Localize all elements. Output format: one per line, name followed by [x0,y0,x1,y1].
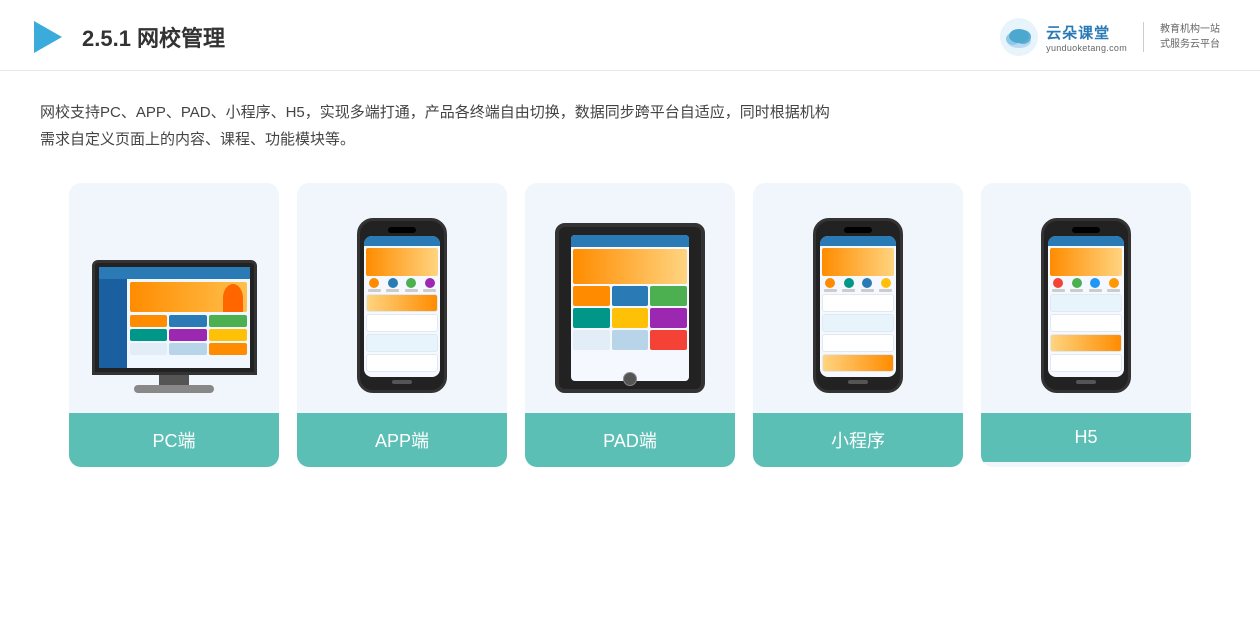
mini-notch [844,227,872,233]
phone-mockup-h5 [1041,218,1131,393]
logo-tagline: 教育机构一站 式服务云平台 [1160,22,1220,52]
h5-mockup-wrapper [997,203,1175,393]
mini-mockup-wrapper [769,203,947,393]
card-pad: PAD端 [525,183,735,467]
app-mockup-wrapper [313,203,491,393]
phone-notch [388,227,416,233]
description: 网校支持PC、APP、PAD、小程序、H5，实现多端打通，产品各终端自由切换，数… [0,71,1260,163]
page-title: 2.5.1 网校管理 [82,21,225,53]
card-app: APP端 [297,183,507,467]
play-icon [30,19,66,55]
pc-screen-content [99,267,250,368]
phone-mockup-app [357,218,447,393]
logo-divider [1143,22,1144,52]
card-mini-label: 小程序 [753,413,963,467]
mini-home-btn [848,380,868,384]
brand-logo: 云朵课堂 yunduoketang.com 教育机构一站 式服务云平台 [1000,18,1220,56]
pad-mockup [555,223,705,393]
h5-home-btn [1076,380,1096,384]
header: 2.5.1 网校管理 云朵课堂 yunduoketang.com 教育机构一站 [0,0,1260,71]
card-pc-label: PC端 [69,413,279,467]
pc-screen-outer [92,260,257,375]
logo-text: 云朵课堂 yunduoketang.com [1046,22,1127,53]
phone-home-btn [392,380,412,384]
card-mini: 小程序 [753,183,963,467]
phone-mockup-mini [813,218,903,393]
h5-notch [1072,227,1100,233]
card-pad-label: PAD端 [525,413,735,467]
logo-icon [1000,18,1038,56]
mini-screen [820,236,896,377]
phone-screen [364,236,440,377]
pc-mockup [92,260,257,393]
card-h5-label: H5 [981,413,1191,462]
page-container: 2.5.1 网校管理 云朵课堂 yunduoketang.com 教育机构一站 [0,0,1260,630]
card-pc: PC端 [69,183,279,467]
pc-stand [134,385,214,393]
header-left: 2.5.1 网校管理 [30,19,225,55]
cards-section: PC端 [0,163,1260,487]
pad-mockup-wrapper [541,203,719,393]
pad-screen [571,235,689,381]
card-app-label: APP端 [297,413,507,467]
pc-neck [159,375,189,385]
pc-mockup-wrapper [85,203,263,393]
h5-screen [1048,236,1124,377]
card-h5: H5 [981,183,1191,467]
pad-home-btn [623,372,637,386]
